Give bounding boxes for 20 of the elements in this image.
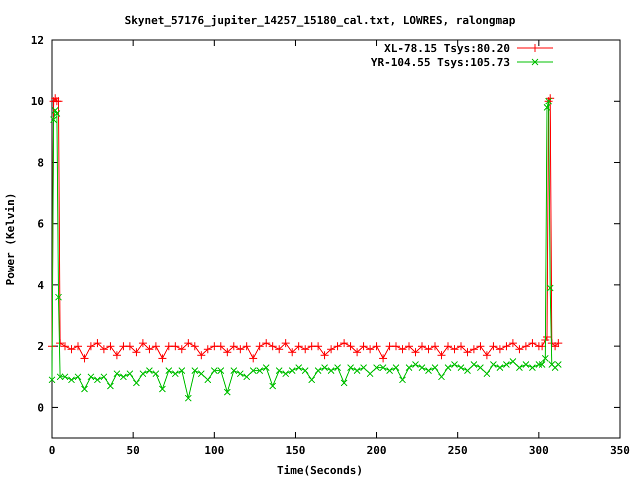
x-tick-label: 150 xyxy=(286,444,306,457)
x-axis-label: Time(Seconds) xyxy=(276,464,364,477)
y-tick-label: 4 xyxy=(37,278,44,292)
x-tick-label: 300 xyxy=(528,444,549,457)
y-tick-label: 2 xyxy=(37,340,44,354)
y-tick-label: 10 xyxy=(30,95,44,108)
chart-title: Skynet_57176_jupiter_14257_15180_cal.txt, LOWRES, ralongmap xyxy=(124,14,516,27)
legend-label: XL-78.15 Tsys:80.20 xyxy=(384,42,510,55)
legend-label: YR-104.55 Tsys:105.73 xyxy=(370,56,510,69)
x-tick-label: 200 xyxy=(366,444,386,457)
y-tick-label: 6 xyxy=(37,218,44,231)
x-tick-label: 50 xyxy=(126,444,140,457)
x-tick-label: 350 xyxy=(610,444,630,457)
x-tick-label: 0 xyxy=(48,444,56,457)
y-tick-label: 8 xyxy=(37,156,44,170)
y-tick-label: 12 xyxy=(30,34,44,47)
x-tick-label: 250 xyxy=(448,444,468,457)
y-axis-label: Power (Kelvin) xyxy=(4,192,17,286)
y-tick-label: 0 xyxy=(37,401,44,414)
x-tick-label: 100 xyxy=(204,444,224,457)
